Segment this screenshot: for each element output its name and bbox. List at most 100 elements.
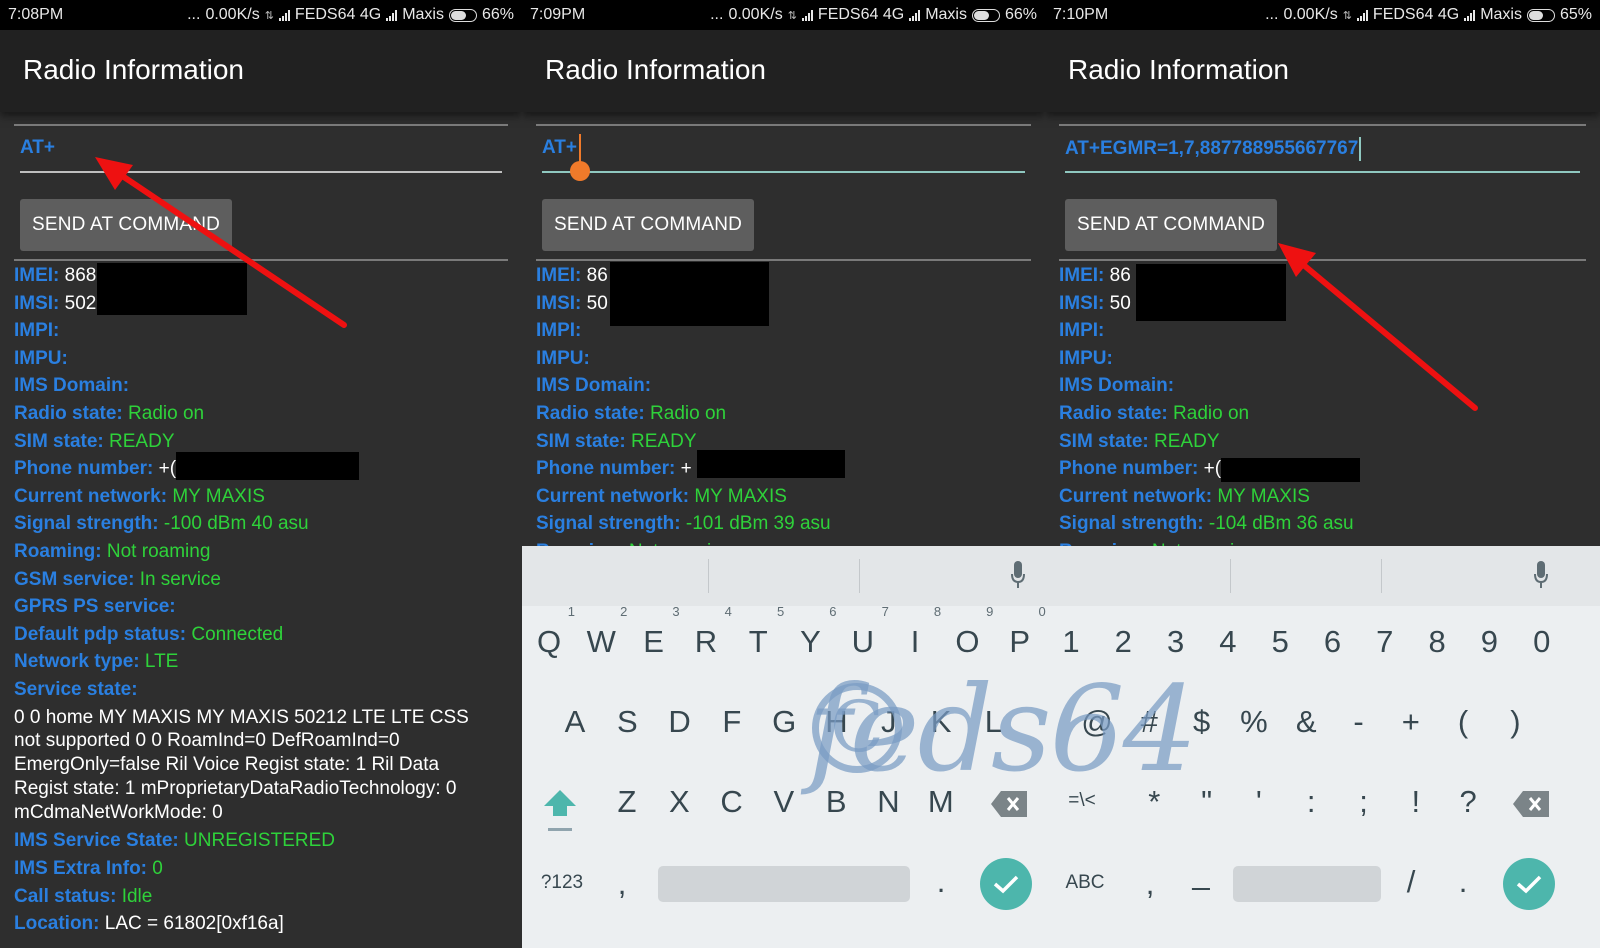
key-h[interactable]: H [817,704,857,740]
spacebar[interactable] [1233,866,1381,902]
symbol-key[interactable]: ? [1448,784,1488,820]
checkmark-icon [993,875,1019,894]
spacebar[interactable] [658,866,910,902]
key-r[interactable]: R4 [686,604,732,660]
key-g[interactable]: G [764,704,804,740]
symbol-key[interactable]: % [1234,704,1274,740]
key-3[interactable]: 3 [1156,624,1196,660]
key-2[interactable]: 2 [1103,624,1143,660]
key-comma[interactable]: , [607,866,637,902]
symbols-key[interactable]: ?123 [532,872,592,894]
symbol-key[interactable]: $ [1182,704,1222,740]
symbol-key[interactable]: : [1291,784,1331,820]
symbol-key[interactable]: # [1129,704,1169,740]
info-row-current-network: Current network: MY MAXIS [536,483,1031,511]
divider [536,259,1031,261]
key-v[interactable]: V [764,784,804,820]
key-1[interactable]: 1 [1051,624,1091,660]
at-command-input[interactable] [20,133,502,173]
info-value: -104 dBm 36 asu [1208,513,1354,535]
symbol-key[interactable]: & [1286,704,1326,740]
info-row-imei: IMEI: 868 [14,262,508,290]
symbol-key[interactable]: " [1187,784,1227,820]
key-e[interactable]: E3 [634,604,679,660]
data-activity-icon: ⇅ [787,9,797,22]
key-0[interactable]: 0 [1522,624,1562,660]
key-comma[interactable]: , [1135,866,1165,902]
data-activity-icon: ⇅ [1342,9,1352,22]
enter-button[interactable] [980,858,1032,910]
key-hint: 1 [567,604,575,619]
abc-key[interactable]: ABC [1055,872,1115,894]
cursor-handle[interactable] [570,161,590,181]
key-6[interactable]: 6 [1313,624,1353,660]
key-z[interactable]: Z [607,784,647,820]
info-value: 50 [1109,292,1131,314]
symbol-key[interactable]: ! [1396,784,1436,820]
key-period[interactable]: . [926,864,956,900]
redaction-box [1136,264,1286,321]
key-w[interactable]: W2 [581,604,628,660]
info-label: Signal strength: [536,513,681,535]
symbol-key[interactable]: - [1339,704,1379,740]
symbol-key[interactable]: ( [1443,704,1483,740]
info-label: IMEI: [1059,265,1105,286]
info-value: 0 [152,858,163,880]
signal-icon [386,9,398,21]
key-7[interactable]: 7 [1365,624,1405,660]
key-q[interactable]: Q1 [529,604,575,660]
key-d[interactable]: D [660,704,700,740]
key-underscore[interactable]: _ [1186,856,1216,892]
symbol-key[interactable]: ; [1344,784,1384,820]
symbol-key[interactable]: @ [1077,704,1117,740]
symbol-key[interactable]: ' [1239,784,1279,820]
key-y[interactable]: Y6 [791,604,836,660]
send-at-command-button[interactable]: SEND AT COMMAND [542,199,755,251]
key-m[interactable]: M [921,784,961,820]
key-8[interactable]: 8 [1417,624,1457,660]
key-period[interactable]: . [1448,864,1478,900]
at-command-input[interactable] [542,133,1025,173]
shift-icon[interactable] [540,786,580,836]
info-label: Current network: [536,485,690,507]
symbol-key[interactable]: * [1134,784,1174,820]
battery-icon [971,8,1000,22]
key-s[interactable]: S [607,704,647,740]
info-row-ims-extra-info: IMS Extra Info: 0 [14,855,508,883]
at-command-input[interactable]: AT+EGMR=1,7,887788955667767 [1065,133,1580,173]
suggestion-divider [859,559,860,593]
key-k[interactable]: K [921,704,961,740]
info-value: Radio on [650,402,727,424]
info-label: Call status: [14,885,117,907]
key-x[interactable]: X [659,784,699,820]
backspace-icon[interactable] [991,791,1027,817]
symbol-key[interactable]: ) [1495,704,1535,740]
key-5[interactable]: 5 [1260,624,1300,660]
key-f[interactable]: F [712,704,752,740]
key-l[interactable]: L [973,704,1013,740]
key-o[interactable]: O9 [947,604,993,660]
divider [14,259,508,261]
key-n[interactable]: N [869,784,909,820]
symbol-key[interactable]: =\< [1060,790,1104,812]
key-9[interactable]: 9 [1469,624,1509,660]
key-p[interactable]: P0 [1000,604,1045,660]
key-4[interactable]: 4 [1208,624,1248,660]
microphone-icon[interactable] [1534,561,1548,591]
send-at-command-button[interactable]: SEND AT COMMAND [20,199,233,251]
send-at-command-button[interactable]: SEND AT COMMAND [1065,199,1278,251]
key-b[interactable]: B [816,784,856,820]
key-u[interactable]: U7 [843,604,889,660]
key-c[interactable]: C [712,784,752,820]
info-label: SIM state: [1059,430,1149,452]
enter-button[interactable] [1503,858,1555,910]
key-i[interactable]: I8 [895,604,941,660]
backspace-icon[interactable] [1513,791,1549,817]
key-t[interactable]: T5 [738,604,784,660]
key-slash[interactable]: / [1396,864,1426,900]
key-j[interactable]: J [869,704,909,740]
key-a[interactable]: A [555,704,595,740]
info-row-signal-strength: Signal strength: -101 dBm 39 asu [536,510,1031,538]
microphone-icon[interactable] [1011,561,1025,591]
symbol-key[interactable]: + [1391,704,1431,740]
